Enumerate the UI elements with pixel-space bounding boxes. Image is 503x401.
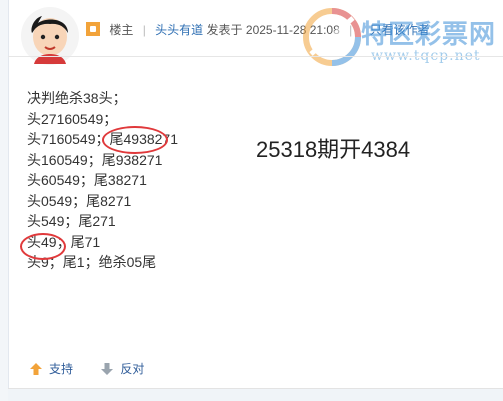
post-actions: 支持 反对 xyxy=(29,360,168,379)
support-button[interactable]: 支持 xyxy=(29,360,73,377)
oppose-label: 反对 xyxy=(120,362,145,376)
author-name-link[interactable]: 头头有道 xyxy=(155,23,203,37)
highlight-circle xyxy=(20,233,66,260)
arrow-up-icon xyxy=(30,362,42,375)
separator: | xyxy=(142,23,146,37)
footer-bar xyxy=(8,389,503,401)
watermark: 特区彩票网 www.tqcp.net xyxy=(303,6,503,66)
content-line: 头160549；尾938271 xyxy=(27,151,163,168)
content-line: 头27160549； xyxy=(27,110,118,127)
header-divider xyxy=(8,56,503,57)
posted-label: 发表于 xyxy=(206,23,243,37)
content-line: 头0549；尾8271 xyxy=(27,192,132,209)
support-label: 支持 xyxy=(49,362,74,376)
lottery-logo-icon xyxy=(303,8,361,66)
watermark-title: 特区彩票网 xyxy=(361,20,497,50)
avatar[interactable] xyxy=(20,6,80,66)
author-badge-icon xyxy=(86,22,100,36)
arrow-down-icon xyxy=(101,362,114,375)
oppose-button[interactable]: 反对 xyxy=(100,360,144,377)
left-border xyxy=(0,0,9,401)
content-line: 决判绝杀38头； xyxy=(27,90,127,106)
content-line: 头60549；尾38271 xyxy=(27,172,147,188)
highlight-circle xyxy=(102,126,168,154)
result-headline: 25318期开4384 xyxy=(256,137,411,162)
post-frame: 楼主 | 头头有道 发表于 2025-11-28 21:08 | 只看该作者 特… xyxy=(0,0,503,401)
content-line: 头549；尾271 xyxy=(27,213,116,229)
author-role: 楼主 xyxy=(109,23,134,37)
